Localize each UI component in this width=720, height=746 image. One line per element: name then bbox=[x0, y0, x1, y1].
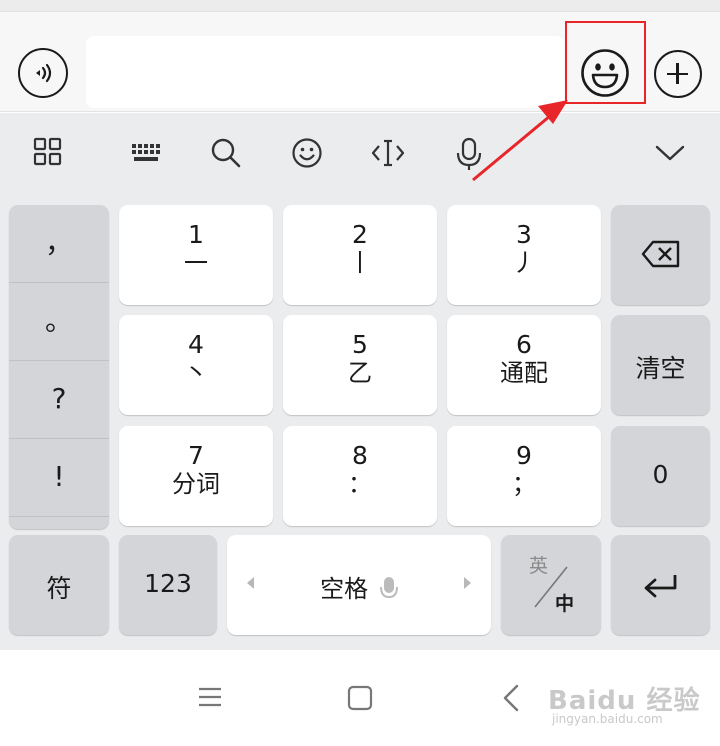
key-5[interactable]: 5 乙 bbox=[283, 315, 437, 415]
watermark: Baidu 经验 jingyan.baidu.com bbox=[548, 680, 700, 726]
enter-icon bbox=[644, 575, 676, 598]
key-number: 5 bbox=[352, 330, 368, 359]
key-6[interactable]: 6 通配 bbox=[447, 315, 601, 415]
chevron-down-icon[interactable] bbox=[648, 137, 692, 181]
key-number: 3 bbox=[516, 220, 532, 249]
backspace-icon bbox=[641, 240, 679, 268]
backspace-button[interactable] bbox=[611, 205, 710, 305]
key-stroke: 通配 bbox=[500, 359, 548, 387]
key-stroke: 丿 bbox=[512, 249, 536, 277]
microphone-icon[interactable] bbox=[447, 137, 491, 181]
key-4[interactable]: 4 丶 bbox=[119, 315, 273, 415]
key-stroke: 丶 bbox=[184, 359, 208, 387]
punctuation-column: ， 。 ? ! bbox=[9, 205, 109, 529]
key-3[interactable]: 3 丿 bbox=[447, 205, 601, 305]
back-icon[interactable] bbox=[500, 683, 522, 717]
space-label-row: 空格 bbox=[227, 569, 491, 604]
zero-label: 0 bbox=[652, 460, 669, 489]
keyboard-icon[interactable] bbox=[124, 137, 168, 181]
top-divider bbox=[0, 0, 720, 12]
menu-icon[interactable] bbox=[196, 686, 224, 712]
home-icon[interactable] bbox=[346, 684, 374, 716]
language-switch-button[interactable]: 英 中 bbox=[501, 535, 601, 635]
message-input[interactable] bbox=[86, 36, 564, 108]
highlight-box bbox=[565, 21, 646, 104]
key-1[interactable]: 1 一 bbox=[119, 205, 273, 305]
move-right-icon bbox=[464, 577, 471, 589]
key-stroke: 分词 bbox=[172, 470, 220, 498]
emoji-icon[interactable] bbox=[285, 137, 329, 181]
clear-label: 清空 bbox=[635, 354, 686, 383]
punctuation-key[interactable]: ! bbox=[9, 439, 109, 517]
screen: ， 。 ? ! 1 一 2 丨 3 丿 4 丶 5 乙 6 通配 清空 7 分词… bbox=[0, 0, 720, 746]
plus-button[interactable] bbox=[654, 50, 702, 98]
clear-button[interactable]: 清空 bbox=[611, 315, 710, 415]
key-number: 2 bbox=[352, 220, 368, 249]
numbers-label: 123 bbox=[144, 569, 192, 598]
symbols-button[interactable]: 符 bbox=[9, 535, 109, 635]
search-icon[interactable] bbox=[204, 137, 248, 181]
numbers-button[interactable]: 123 bbox=[119, 535, 217, 635]
punctuation-key[interactable]: ， bbox=[9, 205, 109, 283]
key-stroke: ； bbox=[512, 470, 536, 498]
key-number: 7 bbox=[188, 441, 204, 470]
key-9[interactable]: 9 ； bbox=[447, 426, 601, 526]
microphone-icon bbox=[379, 577, 398, 599]
space-key[interactable]: 空格 bbox=[227, 535, 491, 635]
symbols-label: 符 bbox=[46, 574, 72, 603]
key-7[interactable]: 7 分词 bbox=[119, 426, 273, 526]
key-stroke: 乙 bbox=[348, 359, 372, 387]
lang-zh-label: 中 bbox=[555, 593, 575, 615]
watermark-url: jingyan.baidu.com bbox=[552, 712, 663, 726]
space-label: 空格 bbox=[320, 575, 369, 603]
key-stroke: ： bbox=[348, 470, 372, 498]
key-number: 6 bbox=[516, 330, 532, 359]
keyboard: ， 。 ? ! 1 一 2 丨 3 丿 4 丶 5 乙 6 通配 清空 7 分词… bbox=[0, 113, 720, 650]
voice-input-icon bbox=[36, 63, 52, 83]
punctuation-key[interactable]: ? bbox=[9, 361, 109, 439]
key-number: 8 bbox=[352, 441, 368, 470]
enter-button[interactable] bbox=[611, 535, 710, 635]
grid-menu-icon[interactable] bbox=[26, 137, 70, 181]
key-number: 1 bbox=[188, 220, 204, 249]
keyboard-toolbar bbox=[0, 113, 720, 203]
voice-button[interactable] bbox=[18, 48, 68, 98]
key-number: 9 bbox=[516, 441, 532, 470]
cursor-icon[interactable] bbox=[366, 137, 410, 181]
key-8[interactable]: 8 ： bbox=[283, 426, 437, 526]
key-stroke: 丨 bbox=[348, 249, 372, 277]
key-number: 4 bbox=[188, 330, 204, 359]
punctuation-key[interactable]: 。 bbox=[9, 283, 109, 361]
zero-key[interactable]: 0 bbox=[611, 426, 710, 526]
key-2[interactable]: 2 丨 bbox=[283, 205, 437, 305]
key-stroke: 一 bbox=[184, 249, 208, 277]
